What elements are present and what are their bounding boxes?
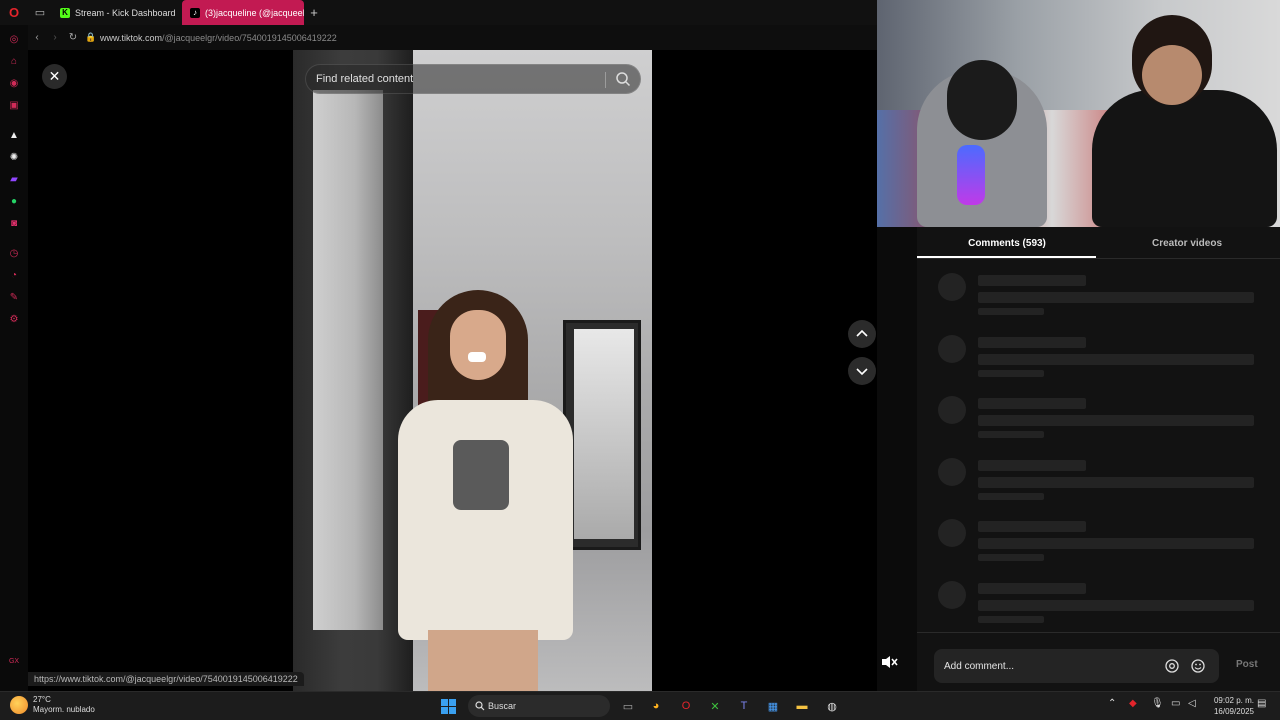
tab-comments[interactable]: Comments (593) bbox=[917, 227, 1097, 259]
video-player[interactable]: Find related content bbox=[293, 50, 652, 691]
aria-icon[interactable]: ◎ bbox=[6, 31, 22, 47]
mention-icon[interactable] bbox=[1164, 658, 1180, 674]
clock-icon[interactable]: ◔ bbox=[6, 267, 22, 283]
kick-sidebar-icon[interactable]: ▲ bbox=[6, 127, 22, 143]
chrome-icon[interactable]: ◕ bbox=[646, 696, 666, 716]
url-field[interactable]: www.tiktok.com/@jacqueelgr/video/7540019… bbox=[100, 33, 337, 43]
active-tab-indicator bbox=[917, 256, 1096, 258]
lock-icon[interactable]: 🔒 bbox=[82, 32, 100, 43]
comment-placeholder: Add comment... bbox=[944, 660, 1015, 672]
windows-logo-icon bbox=[440, 698, 456, 714]
extensions-icon[interactable]: ✎ bbox=[6, 289, 22, 305]
comments-panel: Comments (593) Creator videos Add commen… bbox=[917, 227, 1280, 691]
opera-menu-icon[interactable]: O bbox=[0, 0, 28, 25]
twitch-icon[interactable]: ▰ bbox=[6, 171, 22, 187]
forward-icon[interactable]: › bbox=[46, 32, 64, 43]
obs-icon[interactable]: ◍ bbox=[822, 696, 842, 716]
close-icon[interactable]: ✕ bbox=[42, 64, 67, 89]
clock-date: 16/09/2025 bbox=[1213, 707, 1254, 716]
chevron-down-icon bbox=[856, 368, 868, 376]
tab-label: Stream - Kick Dashboard bbox=[75, 7, 176, 18]
weather-condition: Mayorm. nublado bbox=[33, 705, 95, 714]
search-icon[interactable] bbox=[615, 71, 631, 87]
browser-tab-strip: O ▭ K Stream - Kick Dashboard ♪ (3)jacqu… bbox=[0, 0, 877, 25]
tiktok-video-overlay: ✕ Find related content bbox=[28, 50, 877, 691]
url-host: www.tiktok.com bbox=[100, 32, 163, 43]
comment-skeleton-row bbox=[938, 457, 1254, 503]
teams-icon[interactable]: T bbox=[734, 696, 754, 716]
related-search-input[interactable]: Find related content bbox=[305, 64, 641, 94]
search-icon bbox=[475, 701, 485, 711]
link-status-url: https://www.tiktok.com/@jacqueelgr/video… bbox=[28, 672, 304, 686]
reload-icon[interactable]: ↻ bbox=[64, 32, 82, 43]
clock-time: 09:02 p. m. bbox=[1213, 696, 1254, 705]
whatsapp-icon[interactable]: ● bbox=[6, 193, 22, 209]
messenger-icon[interactable]: ◉ bbox=[6, 75, 22, 91]
opera-gx-taskbar-icon[interactable]: O bbox=[676, 696, 696, 716]
network-icon[interactable]: ▭ bbox=[1171, 698, 1180, 709]
search-placeholder: Find related content bbox=[316, 73, 414, 85]
comment-skeleton-row bbox=[938, 273, 1254, 318]
volume-icon[interactable]: ◁ bbox=[1188, 698, 1196, 709]
previous-video-button[interactable] bbox=[848, 320, 876, 348]
post-button[interactable]: Post bbox=[1236, 659, 1258, 670]
chatgpt-icon[interactable]: ✺ bbox=[6, 149, 22, 165]
new-tab-button[interactable]: + bbox=[304, 5, 324, 20]
comment-skeleton-row bbox=[938, 519, 1254, 564]
comment-skeleton-row bbox=[938, 334, 1254, 380]
settings-icon[interactable]: ⚙ bbox=[6, 311, 22, 327]
comments-tabs: Comments (593) Creator videos bbox=[917, 227, 1280, 259]
tiktok-icon: ♪ bbox=[190, 7, 200, 18]
system-clock[interactable]: 09:02 p. m. 16/09/2025 bbox=[1200, 695, 1254, 717]
windows-taskbar: 27°C Mayorm. nublado Buscar ▭ ◕ O ✕ T ▦ … bbox=[0, 691, 1280, 720]
comment-skeleton-row bbox=[938, 580, 1254, 626]
next-video-button[interactable] bbox=[848, 357, 876, 385]
notifications-icon[interactable]: ▤ bbox=[1257, 698, 1266, 709]
tab-overview-icon[interactable]: ▭ bbox=[28, 0, 52, 25]
microphone-icon[interactable]: 🎙 bbox=[1151, 698, 1164, 709]
tab-kick-dashboard[interactable]: K Stream - Kick Dashboard bbox=[52, 0, 182, 25]
comment-compose-bar: Add comment... Post bbox=[917, 632, 1280, 691]
taskbar-search[interactable]: Buscar bbox=[468, 695, 610, 717]
file-explorer-icon[interactable]: ▬ bbox=[792, 696, 812, 716]
address-bar: ‹ › ↻ 🔒 www.tiktok.com/@jacqueelgr/video… bbox=[28, 25, 877, 50]
chevron-up-icon[interactable]: ⌃ bbox=[1108, 698, 1116, 709]
tab-creator-videos[interactable]: Creator videos bbox=[1097, 227, 1277, 259]
video-frame-person bbox=[388, 290, 578, 691]
start-button[interactable] bbox=[438, 696, 458, 716]
weather-icon bbox=[10, 696, 28, 714]
weather-widget[interactable]: 27°C Mayorm. nublado bbox=[10, 695, 95, 715]
emoji-icon[interactable] bbox=[1190, 658, 1206, 674]
chevron-up-icon bbox=[856, 329, 868, 337]
back-icon[interactable]: ‹ bbox=[28, 32, 46, 43]
video-frame-closet bbox=[313, 90, 383, 630]
kick-icon: K bbox=[60, 7, 70, 18]
streamer-webcam bbox=[877, 0, 1280, 227]
task-view-icon[interactable]: ▭ bbox=[618, 696, 638, 716]
instagram-icon[interactable]: ◙ bbox=[6, 215, 22, 231]
comment-input[interactable]: Add comment... bbox=[934, 649, 1219, 683]
tab-tiktok-video[interactable]: ♪ (3)jacqueline (@jacqueel bbox=[182, 0, 304, 25]
store-icon[interactable]: ▦ bbox=[763, 696, 783, 716]
gx-icon[interactable]: GX bbox=[6, 653, 22, 669]
tray-app-icon[interactable]: ◆ bbox=[1129, 698, 1137, 709]
volume-muted-icon bbox=[882, 656, 898, 668]
temperature: 27°C bbox=[33, 695, 51, 704]
tab-label: (3)jacqueline (@jacqueel bbox=[205, 7, 304, 18]
browser-sidebar: ◎ ⌂ ◉ ▣ ▲ ✺ ▰ ● ◙ ◷ ◔ ✎ ⚙ GX bbox=[0, 25, 28, 691]
comment-skeleton-row bbox=[938, 396, 1254, 441]
history-icon[interactable]: ◷ bbox=[6, 245, 22, 261]
workspaces-icon[interactable]: ⌂ bbox=[6, 53, 22, 69]
url-path: /@jacqueelgr/video/7540019145006419222 bbox=[162, 32, 337, 43]
xbox-icon[interactable]: ✕ bbox=[705, 696, 725, 716]
pinboard-icon[interactable]: ▣ bbox=[6, 97, 22, 113]
taskbar-search-label: Buscar bbox=[488, 701, 517, 711]
mute-button[interactable] bbox=[876, 650, 904, 674]
